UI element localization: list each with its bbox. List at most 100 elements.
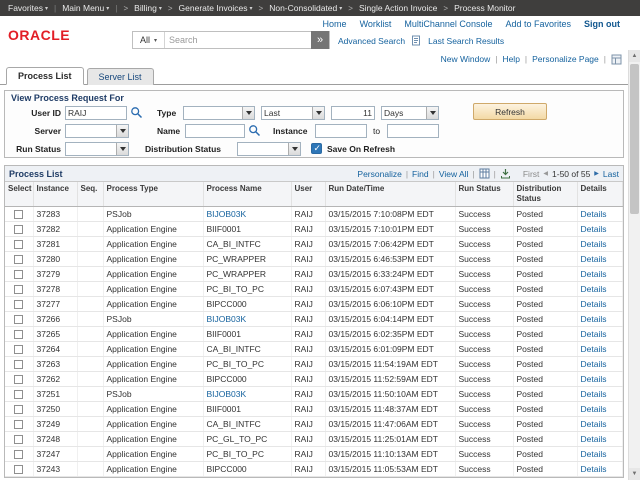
row-checkbox[interactable] bbox=[14, 330, 23, 339]
row-checkbox[interactable] bbox=[14, 315, 23, 324]
header-nav-links: Home Worklist MultiChannel Console Add t… bbox=[323, 19, 620, 29]
search-input[interactable] bbox=[165, 35, 311, 45]
main-menu[interactable]: Main Menu ▾ bbox=[62, 3, 109, 13]
tab-process-list[interactable]: Process List bbox=[6, 67, 84, 85]
details-link[interactable]: Details bbox=[577, 387, 623, 402]
details-link[interactable]: Details bbox=[577, 252, 623, 267]
pagination-last[interactable]: Last bbox=[603, 169, 619, 179]
last-search-results-link[interactable]: Last Search Results bbox=[428, 36, 504, 46]
details-link[interactable]: Details bbox=[577, 462, 623, 477]
details-link[interactable]: Details bbox=[577, 342, 623, 357]
next-page-icon[interactable]: ▶ bbox=[594, 170, 599, 177]
scroll-down-icon[interactable]: ▼ bbox=[629, 468, 640, 480]
save-on-refresh-checkbox[interactable] bbox=[311, 143, 322, 154]
col-instance: Instance bbox=[33, 182, 77, 207]
row-checkbox[interactable] bbox=[14, 465, 23, 474]
dropdown-arrow-icon bbox=[288, 143, 300, 155]
cell-select bbox=[5, 462, 33, 477]
time-unit-dropdown[interactable]: Days bbox=[381, 106, 439, 120]
separator: | bbox=[495, 54, 497, 64]
worklist-link[interactable]: Worklist bbox=[360, 19, 392, 29]
search-scope-dropdown[interactable]: All ▾ bbox=[133, 32, 165, 48]
details-link[interactable]: Details bbox=[577, 207, 623, 222]
row-checkbox[interactable] bbox=[14, 435, 23, 444]
last-count-input[interactable] bbox=[331, 106, 375, 120]
date-range-dropdown[interactable]: Last bbox=[261, 106, 325, 120]
pagination-first[interactable]: First bbox=[523, 169, 540, 179]
details-link[interactable]: Details bbox=[577, 357, 623, 372]
row-checkbox[interactable] bbox=[14, 270, 23, 279]
row-checkbox[interactable] bbox=[14, 450, 23, 459]
sign-out-link[interactable]: Sign out bbox=[584, 19, 620, 29]
scrollbar-thumb[interactable] bbox=[630, 64, 639, 214]
instance-to-input[interactable] bbox=[387, 124, 439, 138]
details-link[interactable]: Details bbox=[577, 222, 623, 237]
details-link[interactable]: Details bbox=[577, 297, 623, 312]
details-link[interactable]: Details bbox=[577, 372, 623, 387]
home-link[interactable]: Home bbox=[323, 19, 347, 29]
multichannel-console-link[interactable]: MultiChannel Console bbox=[404, 19, 492, 29]
details-link[interactable]: Details bbox=[577, 402, 623, 417]
download-icon[interactable] bbox=[500, 168, 511, 179]
view-all-link[interactable]: View All bbox=[439, 169, 469, 179]
search-go-button[interactable]: » bbox=[311, 31, 329, 49]
breadcrumb-non-consolidated[interactable]: Non-Consolidated ▾ bbox=[269, 3, 342, 13]
add-to-favorites-link[interactable]: Add to Favorites bbox=[505, 19, 571, 29]
row-checkbox[interactable] bbox=[14, 420, 23, 429]
new-window-link[interactable]: New Window bbox=[441, 54, 491, 64]
details-link[interactable]: Details bbox=[577, 432, 623, 447]
row-checkbox[interactable] bbox=[14, 240, 23, 249]
row-checkbox[interactable] bbox=[14, 255, 23, 264]
cell-select bbox=[5, 222, 33, 237]
row-checkbox[interactable] bbox=[14, 210, 23, 219]
details-link[interactable]: Details bbox=[577, 327, 623, 342]
row-checkbox[interactable] bbox=[14, 285, 23, 294]
user-id-label: User ID bbox=[15, 108, 61, 118]
type-dropdown[interactable] bbox=[183, 106, 255, 120]
row-checkbox[interactable] bbox=[14, 345, 23, 354]
row-checkbox[interactable] bbox=[14, 375, 23, 384]
process-name-lookup-icon[interactable] bbox=[248, 124, 261, 137]
process-name-link[interactable]: BIJOB03K bbox=[203, 312, 291, 327]
col-run-datetime: Run Date/Time bbox=[325, 182, 455, 207]
favorites-menu[interactable]: Favorites ▾ bbox=[8, 3, 48, 13]
server-dropdown[interactable] bbox=[65, 124, 129, 138]
breadcrumb-billing[interactable]: Billing ▾ bbox=[134, 3, 162, 13]
process-name-input[interactable] bbox=[185, 124, 245, 138]
breadcrumb-process-monitor[interactable]: Process Monitor bbox=[454, 3, 515, 13]
cell-select bbox=[5, 417, 33, 432]
details-link[interactable]: Details bbox=[577, 447, 623, 462]
personalize-page-link[interactable]: Personalize Page bbox=[532, 54, 599, 64]
run-status-dropdown[interactable] bbox=[65, 142, 129, 156]
breadcrumb-generate-invoices[interactable]: Generate Invoices ▾ bbox=[179, 3, 253, 13]
row-checkbox[interactable] bbox=[14, 405, 23, 414]
user-id-lookup-icon[interactable] bbox=[130, 106, 143, 119]
process-name-link[interactable]: BIJOB03K bbox=[203, 207, 291, 222]
details-link[interactable]: Details bbox=[577, 282, 623, 297]
page-settings-icon[interactable] bbox=[611, 54, 622, 65]
row-checkbox[interactable] bbox=[14, 360, 23, 369]
vertical-scrollbar[interactable]: ▲ ▼ bbox=[628, 50, 640, 480]
refresh-button[interactable]: Refresh bbox=[473, 103, 547, 120]
details-link[interactable]: Details bbox=[577, 417, 623, 432]
user-id-input[interactable] bbox=[65, 106, 127, 120]
distribution-status-dropdown[interactable] bbox=[237, 142, 301, 156]
row-checkbox[interactable] bbox=[14, 390, 23, 399]
cell-instance: 37262 bbox=[33, 372, 77, 387]
instance-from-input[interactable] bbox=[315, 124, 367, 138]
advanced-search-link[interactable]: Advanced Search bbox=[338, 36, 405, 46]
process-name-link[interactable]: BIJOB03K bbox=[203, 387, 291, 402]
row-checkbox[interactable] bbox=[14, 300, 23, 309]
help-link[interactable]: Help bbox=[502, 54, 519, 64]
find-link[interactable]: Find bbox=[412, 169, 429, 179]
details-link[interactable]: Details bbox=[577, 267, 623, 282]
details-link[interactable]: Details bbox=[577, 312, 623, 327]
zoom-grid-icon[interactable] bbox=[479, 168, 490, 179]
scroll-up-icon[interactable]: ▲ bbox=[629, 50, 640, 62]
row-checkbox[interactable] bbox=[14, 225, 23, 234]
details-link[interactable]: Details bbox=[577, 237, 623, 252]
breadcrumb-single-action-invoice[interactable]: Single Action Invoice bbox=[359, 3, 437, 13]
tab-server-list[interactable]: Server List bbox=[87, 68, 154, 85]
personalize-link[interactable]: Personalize bbox=[357, 169, 401, 179]
previous-page-icon[interactable]: ◀ bbox=[543, 170, 548, 177]
